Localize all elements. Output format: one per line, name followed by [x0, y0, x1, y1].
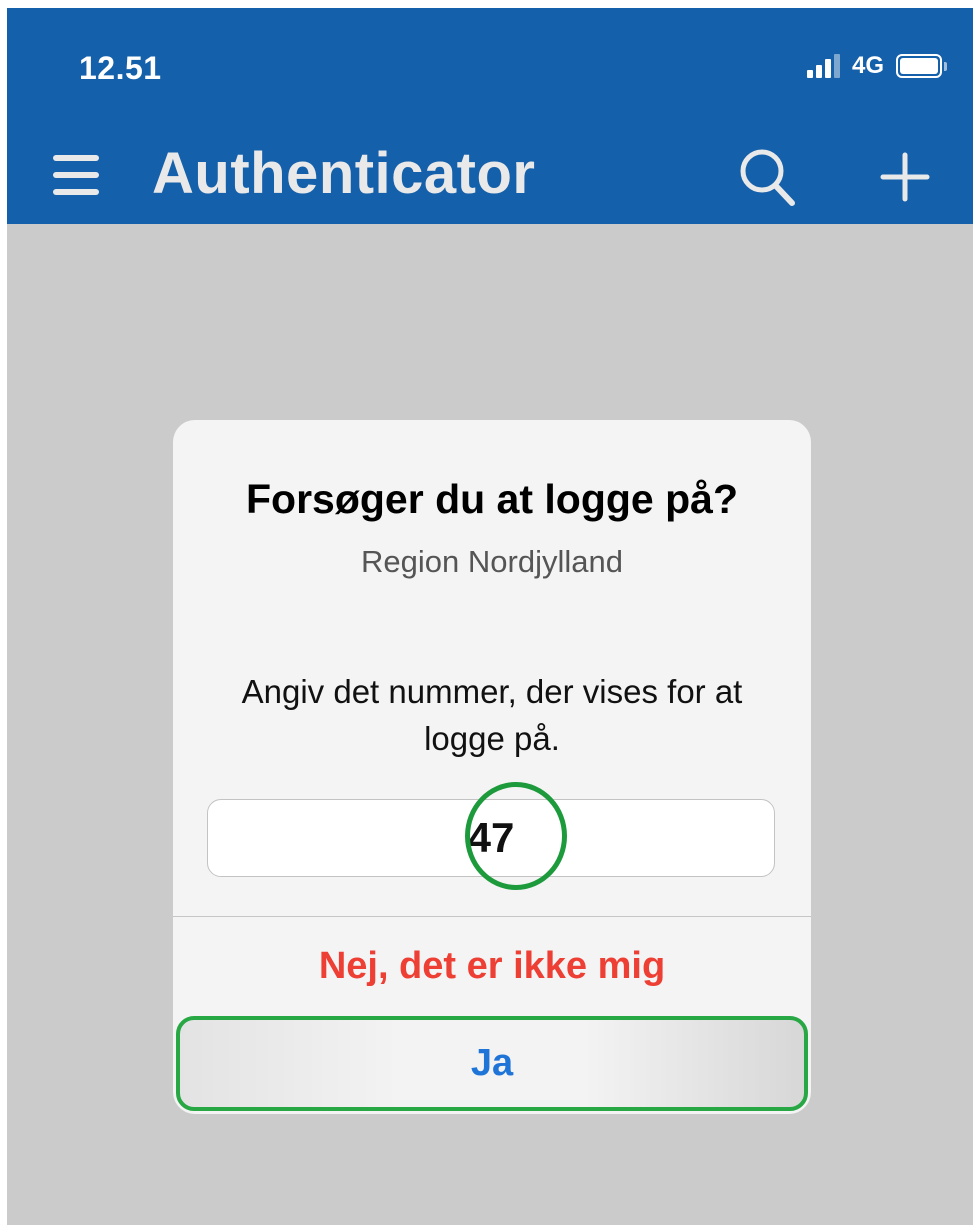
- network-type: 4G: [851, 52, 884, 79]
- number-input[interactable]: 47: [207, 782, 775, 890]
- plus-icon[interactable]: [880, 152, 930, 202]
- dialog-message: Angiv det nummer, der vises for at logge…: [241, 673, 743, 757]
- app-title: Authenticator: [152, 141, 536, 206]
- app-header: 12.51 4G Authenticator: [7, 8, 973, 224]
- signal-icon: [806, 54, 840, 78]
- number-highlight-circle: [465, 782, 567, 890]
- phone-screen: 12.51 4G Authenticator Forsøger du at lo…: [7, 8, 973, 1225]
- menu-icon[interactable]: [53, 153, 99, 197]
- status-indicators: 4G: [806, 52, 947, 80]
- dialog-subtitle: Region Nordjylland: [361, 544, 623, 579]
- sign-in-dialog: Forsøger du at logge på? Region Nordjyll…: [173, 420, 811, 1114]
- search-icon[interactable]: [737, 146, 797, 208]
- approve-button[interactable]: Ja: [176, 1016, 808, 1111]
- dialog-title: Forsøger du at logge på?: [245, 476, 739, 522]
- status-time: 12.51: [79, 50, 162, 86]
- battery-icon: [896, 54, 947, 78]
- reject-button[interactable]: Nej, det er ikke mig: [173, 917, 811, 1015]
